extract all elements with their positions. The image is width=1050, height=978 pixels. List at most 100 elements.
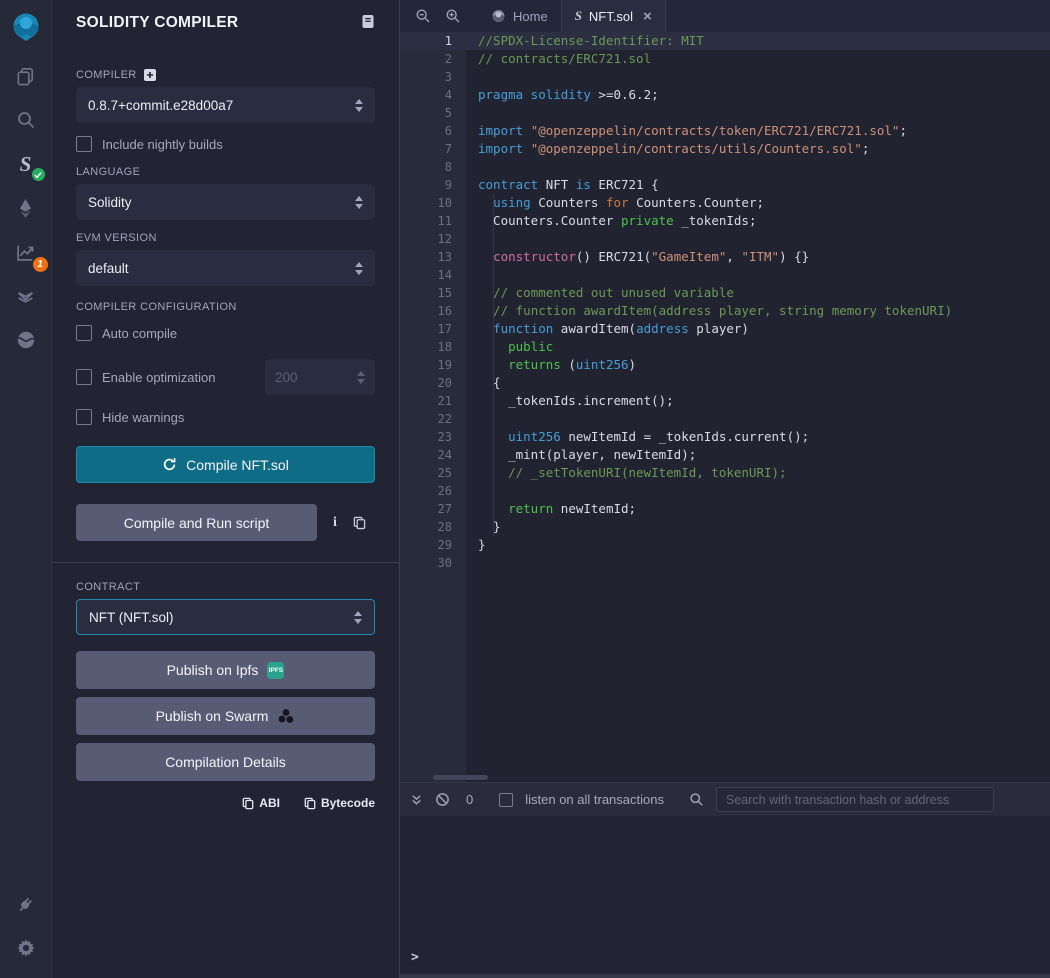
code-line[interactable]: 27 return newItemId;	[400, 500, 1050, 518]
code-text: returns (uint256)	[466, 356, 636, 374]
static-analysis-icon[interactable]: 1	[0, 230, 52, 274]
code-line[interactable]: 2// contracts/ERC721.sol	[400, 50, 1050, 68]
code-line[interactable]: 23 uint256 newItemId = _tokenIds.current…	[400, 428, 1050, 446]
code-line[interactable]: 30	[400, 554, 1050, 572]
plugin-manager-icon[interactable]	[0, 882, 52, 926]
code-line[interactable]: 17 function awardItem(address player)	[400, 320, 1050, 338]
info-icon[interactable]: i	[333, 515, 337, 531]
copy-icon	[304, 797, 316, 810]
hide-warnings-checkbox[interactable]	[76, 409, 92, 425]
code-text: // contracts/ERC721.sol	[466, 50, 651, 68]
auto-compile-checkbox[interactable]	[76, 325, 92, 341]
code-line[interactable]: 6import "@openzeppelin/contracts/token/E…	[400, 122, 1050, 140]
contract-select[interactable]: NFT (NFT.sol)	[76, 599, 375, 635]
compiler-configuration-label: COMPILER CONFIGURATION	[76, 301, 375, 313]
terminal-search-input[interactable]	[716, 787, 994, 812]
code-text: }	[466, 518, 501, 536]
code-text: pragma solidity >=0.6.2;	[466, 86, 659, 104]
abi-bytecode-row: ABI Bytecode	[76, 796, 375, 810]
code-line[interactable]: 29}	[400, 536, 1050, 554]
line-number: 10	[400, 194, 466, 212]
file-explorer-icon[interactable]	[0, 54, 52, 98]
code-line[interactable]: 25 // _setTokenURI(newItemId, tokenURI);	[400, 464, 1050, 482]
copy-abi-button[interactable]: ABI	[242, 796, 280, 810]
terminal-toolbar: 0 listen on all transactions	[400, 782, 1050, 816]
code-line[interactable]: 18 public	[400, 338, 1050, 356]
line-number: 3	[400, 68, 466, 86]
code-line[interactable]: 15 // commented out unused variable	[400, 284, 1050, 302]
remix-logo-icon[interactable]	[0, 2, 52, 52]
code-line[interactable]: 19 returns (uint256)	[400, 356, 1050, 374]
hide-warnings-row: Hide warnings	[76, 409, 375, 425]
code-text: constructor() ERC721("GameItem", "ITM") …	[466, 248, 809, 266]
compilation-details-button[interactable]: Compilation Details	[76, 743, 375, 781]
line-number: 6	[400, 122, 466, 140]
swarm-icon	[277, 708, 295, 724]
code-text: // function awardItem(address player, st…	[466, 302, 952, 320]
code-line[interactable]: 28 }	[400, 518, 1050, 536]
code-text	[466, 482, 478, 500]
copy-icon[interactable]	[353, 516, 366, 530]
code-line[interactable]: 13 constructor() ERC721("GameItem", "ITM…	[400, 248, 1050, 266]
zoom-out-icon[interactable]	[408, 0, 438, 32]
close-tab-icon[interactable]: ×	[643, 8, 652, 25]
code-editor[interactable]: 1//SPDX-License-Identifier: MIT2// contr…	[400, 32, 1050, 782]
debugger-icon[interactable]	[0, 318, 52, 362]
documentation-icon[interactable]	[361, 14, 375, 29]
code-line[interactable]: 9contract NFT is ERC721 {	[400, 176, 1050, 194]
terminal-output[interactable]: >	[400, 816, 1050, 978]
code-line[interactable]: 22	[400, 410, 1050, 428]
code-line[interactable]: 10 using Counters for Counters.Counter;	[400, 194, 1050, 212]
terminal-scrollbar[interactable]	[400, 974, 1050, 978]
optimization-runs-input[interactable]	[275, 370, 357, 385]
code-line[interactable]: 20 {	[400, 374, 1050, 392]
code-line[interactable]: 8	[400, 158, 1050, 176]
tab-nft-sol[interactable]: S NFT.sol ×	[561, 0, 666, 32]
code-line[interactable]: 16 // function awardItem(address player,…	[400, 302, 1050, 320]
tab-home[interactable]: Home	[478, 0, 561, 32]
code-line[interactable]: 26	[400, 482, 1050, 500]
compile-and-run-button[interactable]: Compile and Run script	[76, 504, 317, 541]
code-line[interactable]: 11 Counters.Counter private _tokenIds;	[400, 212, 1050, 230]
line-number: 21	[400, 392, 466, 410]
copy-bytecode-button[interactable]: Bytecode	[304, 796, 375, 810]
zoom-in-icon[interactable]	[438, 0, 468, 32]
code-line[interactable]: 3	[400, 68, 1050, 86]
code-line[interactable]: 14	[400, 266, 1050, 284]
line-number: 24	[400, 446, 466, 464]
solidity-glyph: S	[20, 152, 32, 177]
compiler-version-select[interactable]: 0.8.7+commit.e28d00a7	[76, 87, 375, 123]
code-text	[466, 554, 478, 572]
publish-swarm-button[interactable]: Publish on Swarm	[76, 697, 375, 735]
deploy-run-icon[interactable]	[0, 186, 52, 230]
unit-testing-icon[interactable]	[0, 274, 52, 318]
code-line[interactable]: 5	[400, 104, 1050, 122]
code-line[interactable]: 7import "@openzeppelin/contracts/utils/C…	[400, 140, 1050, 158]
line-number: 23	[400, 428, 466, 446]
line-number: 27	[400, 500, 466, 518]
line-number: 18	[400, 338, 466, 356]
code-line[interactable]: 24 _mint(player, newItemId);	[400, 446, 1050, 464]
divider	[52, 562, 399, 563]
enable-optimization-checkbox[interactable]	[76, 369, 92, 385]
expand-terminal-icon[interactable]	[410, 793, 423, 807]
publish-ipfs-button[interactable]: Publish on Ipfs IPFS	[76, 651, 375, 689]
settings-gear-icon[interactable]	[0, 926, 52, 970]
code-line[interactable]: 1//SPDX-License-Identifier: MIT	[400, 32, 1050, 50]
code-text: public	[466, 338, 553, 356]
code-line[interactable]: 4pragma solidity >=0.6.2;	[400, 86, 1050, 104]
language-select[interactable]: Solidity	[76, 184, 375, 220]
evm-version-select[interactable]: default	[76, 250, 375, 286]
code-line[interactable]: 21 _tokenIds.increment();	[400, 392, 1050, 410]
add-custom-compiler-icon[interactable]	[144, 69, 156, 81]
horizontal-scrollbar[interactable]	[433, 775, 488, 780]
code-line[interactable]: 12	[400, 230, 1050, 248]
listen-transactions-checkbox[interactable]	[499, 793, 513, 807]
nightly-builds-checkbox[interactable]	[76, 136, 92, 152]
analysis-count-badge: 1	[33, 257, 48, 272]
solidity-compiler-icon[interactable]: S	[0, 142, 52, 186]
clear-console-icon[interactable]	[435, 792, 450, 807]
compile-button[interactable]: Compile NFT.sol	[76, 446, 375, 483]
search-icon[interactable]	[0, 98, 52, 142]
solidity-compiler-panel: SOLIDITY COMPILER COMPILER 0.8.7+commit.…	[52, 0, 400, 978]
